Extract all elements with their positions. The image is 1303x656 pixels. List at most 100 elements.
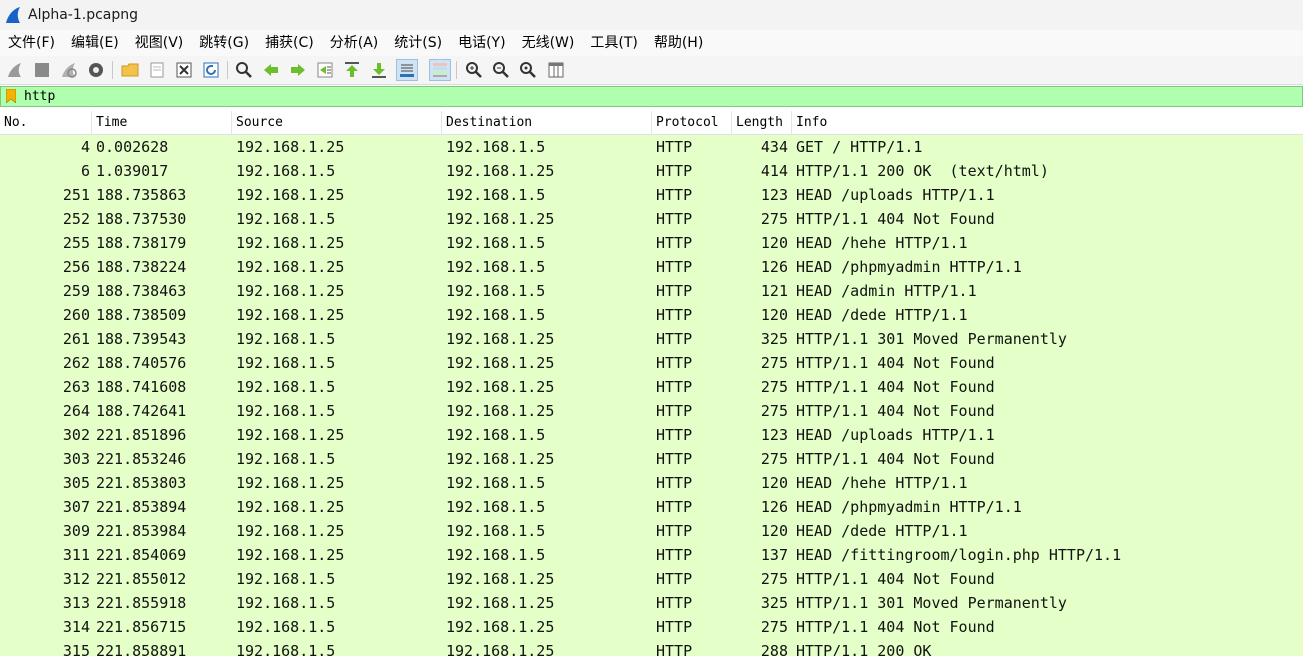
open-file-icon[interactable] <box>119 59 141 81</box>
title-bar: Alpha-1.pcapng <box>0 0 1303 30</box>
packet-info: HTTP/1.1 301 Moved Permanently <box>796 594 1067 612</box>
packet-row[interactable]: 314 221.856715 192.168.1.5 192.168.1.25 HTTP… <box>0 615 1303 639</box>
menu-capture[interactable]: 捕获(C) <box>257 30 322 56</box>
packet-no: 262 <box>62 354 90 372</box>
stop-capture-icon[interactable] <box>31 59 53 81</box>
packet-row[interactable]: 315 221.858891 192.168.1.5 192.168.1.25 HTTP… <box>0 639 1303 656</box>
find-packet-icon[interactable] <box>233 59 255 81</box>
packet-info: HTTP/1.1 404 Not Found <box>796 618 995 636</box>
bookmark-icon[interactable] <box>6 89 16 103</box>
menu-view[interactable]: 视图(V) <box>127 30 192 56</box>
packet-row[interactable]: 252 188.737530 192.168.1.5 192.168.1.25 HTTP… <box>0 207 1303 231</box>
packet-source: 192.168.1.5 <box>236 162 336 180</box>
menu-statistics[interactable]: 统计(S) <box>386 30 450 56</box>
packet-protocol: HTTP <box>656 594 693 612</box>
go-to-packet-icon[interactable] <box>314 59 336 81</box>
packet-protocol: HTTP <box>656 642 693 656</box>
colorize-icon[interactable] <box>429 59 451 81</box>
restart-capture-icon[interactable] <box>58 59 80 81</box>
resize-columns-icon[interactable] <box>545 59 567 81</box>
column-header-length[interactable]: Length <box>732 111 792 134</box>
packet-row[interactable]: 303 221.853246 192.168.1.5 192.168.1.25 HTTP… <box>0 447 1303 471</box>
packet-row[interactable]: 4 0.002628 192.168.1.25 192.168.1.5 HTTP 434 G… <box>0 135 1303 159</box>
packet-length: 123 <box>760 186 788 204</box>
main-toolbar <box>0 56 1303 85</box>
packet-row[interactable]: 302 221.851896 192.168.1.25 192.168.1.5 HTTP… <box>0 423 1303 447</box>
packet-protocol: HTTP <box>656 522 693 540</box>
packet-protocol: HTTP <box>656 498 693 516</box>
packet-list-header: No. Time Source Destination Protocol Len… <box>0 111 1303 135</box>
packet-length: 275 <box>760 618 788 636</box>
packet-row[interactable]: 259 188.738463 192.168.1.25 192.168.1.5 HTTP… <box>0 279 1303 303</box>
zoom-normal-icon[interactable] <box>517 59 539 81</box>
packet-row[interactable]: 251 188.735863 192.168.1.25 192.168.1.5 HTTP… <box>0 183 1303 207</box>
menu-tools[interactable]: 工具(T) <box>582 30 645 56</box>
packet-row[interactable]: 311 221.854069 192.168.1.25 192.168.1.5 HTTP… <box>0 543 1303 567</box>
menu-analyze[interactable]: 分析(A) <box>322 30 387 56</box>
packet-row[interactable]: 6 1.039017 192.168.1.5 192.168.1.25 HTTP 414 H… <box>0 159 1303 183</box>
packet-source: 192.168.1.5 <box>236 330 336 348</box>
zoom-out-icon[interactable] <box>490 59 512 81</box>
packet-row[interactable]: 262 188.740576 192.168.1.5 192.168.1.25 HTTP… <box>0 351 1303 375</box>
column-header-source[interactable]: Source <box>232 111 442 134</box>
display-filter-input[interactable]: http <box>24 88 55 105</box>
menu-help[interactable]: 帮助(H) <box>646 30 711 56</box>
packet-row[interactable]: 260 188.738509 192.168.1.25 192.168.1.5 HTTP… <box>0 303 1303 327</box>
packet-row[interactable]: 313 221.855918 192.168.1.5 192.168.1.25 HTTP… <box>0 591 1303 615</box>
save-file-icon[interactable] <box>146 59 168 81</box>
column-header-destination[interactable]: Destination <box>442 111 652 134</box>
go-last-icon[interactable] <box>368 59 390 81</box>
packet-length: 137 <box>760 546 788 564</box>
packet-source: 192.168.1.25 <box>236 426 345 444</box>
reload-icon[interactable] <box>200 59 222 81</box>
packet-row[interactable]: 263 188.741608 192.168.1.5 192.168.1.25 HTTP… <box>0 375 1303 399</box>
packet-destination: 192.168.1.5 <box>446 234 546 252</box>
packet-no: 255 <box>62 234 90 252</box>
packet-info: HTTP/1.1 200 OK (text/html) <box>796 162 1049 180</box>
go-back-icon[interactable] <box>260 59 282 81</box>
packet-row[interactable]: 312 221.855012 192.168.1.5 192.168.1.25 HTTP… <box>0 567 1303 591</box>
packet-source: 192.168.1.5 <box>236 618 336 636</box>
go-first-icon[interactable] <box>341 59 363 81</box>
packet-length: 120 <box>760 306 788 324</box>
capture-options-icon[interactable] <box>85 59 107 81</box>
packet-no: 260 <box>62 306 90 324</box>
packet-destination: 192.168.1.25 <box>446 330 555 348</box>
packet-time: 221.854069 <box>96 546 187 564</box>
packet-length: 275 <box>760 450 788 468</box>
packet-row[interactable]: 255 188.738179 192.168.1.25 192.168.1.5 HTTP… <box>0 231 1303 255</box>
close-file-icon[interactable] <box>173 59 195 81</box>
packet-row[interactable]: 261 188.739543 192.168.1.5 192.168.1.25 HTTP… <box>0 327 1303 351</box>
packet-source: 192.168.1.5 <box>236 450 336 468</box>
packet-time: 188.738224 <box>96 258 187 276</box>
packet-info: GET / HTTP/1.1 <box>796 138 923 156</box>
packet-destination: 192.168.1.25 <box>446 618 555 636</box>
packet-no: 4 <box>80 138 90 156</box>
packet-row[interactable]: 256 188.738224 192.168.1.25 192.168.1.5 HTTP… <box>0 255 1303 279</box>
menu-go[interactable]: 跳转(G) <box>191 30 257 56</box>
packet-source: 192.168.1.25 <box>236 258 345 276</box>
go-forward-icon[interactable] <box>287 59 309 81</box>
packet-time: 1.039017 <box>96 162 169 180</box>
packet-no: 311 <box>62 546 90 564</box>
packet-row[interactable]: 305 221.853803 192.168.1.25 192.168.1.5 HTTP… <box>0 471 1303 495</box>
start-capture-icon[interactable] <box>4 59 26 81</box>
zoom-in-icon[interactable] <box>463 59 485 81</box>
column-header-protocol[interactable]: Protocol <box>652 111 732 134</box>
column-header-time[interactable]: Time <box>92 111 232 134</box>
column-header-no[interactable]: No. <box>0 111 92 134</box>
packet-no: 263 <box>62 378 90 396</box>
menu-wireless[interactable]: 无线(W) <box>514 30 583 56</box>
packet-protocol: HTTP <box>656 426 693 444</box>
packet-no: 314 <box>62 618 90 636</box>
column-header-info[interactable]: Info <box>792 111 1303 134</box>
menu-telephony[interactable]: 电话(Y) <box>450 30 513 56</box>
packet-destination: 192.168.1.25 <box>446 402 555 420</box>
packet-length: 126 <box>760 498 788 516</box>
menu-edit[interactable]: 编辑(E) <box>63 30 127 56</box>
packet-row[interactable]: 264 188.742641 192.168.1.5 192.168.1.25 HTTP… <box>0 399 1303 423</box>
packet-row[interactable]: 307 221.853894 192.168.1.25 192.168.1.5 HTTP… <box>0 495 1303 519</box>
autoscroll-icon[interactable] <box>396 59 418 81</box>
packet-row[interactable]: 309 221.853984 192.168.1.25 192.168.1.5 HTTP… <box>0 519 1303 543</box>
menu-file[interactable]: 文件(F) <box>0 30 63 56</box>
